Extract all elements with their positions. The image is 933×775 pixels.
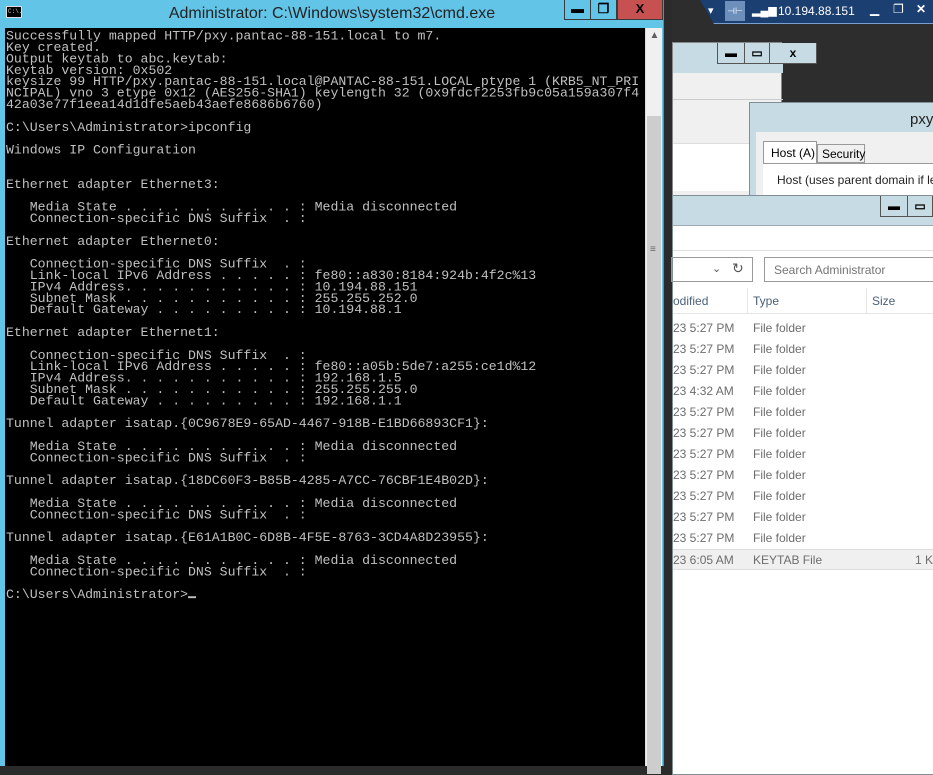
date-modified: 23 5:27 PM — [673, 468, 735, 482]
file-row[interactable]: 23 5:27 PM File folder — [673, 360, 933, 381]
console-line: Connection-specific DNS Suffix . : — [6, 564, 307, 580]
console-line: Ethernet adapter Ethernet0: — [6, 234, 220, 249]
file-row[interactable]: 23 5:27 PM File folder — [673, 402, 933, 423]
scrollbar-thumb[interactable] — [647, 116, 661, 774]
console-line: Default Gateway . . . . . . . . . : 10.1… — [6, 302, 402, 317]
file-row[interactable]: 23 5:27 PM File folder — [673, 486, 933, 507]
file-type: File folder — [753, 363, 806, 377]
address-bar[interactable]: ⌄ ↻ — [671, 257, 753, 282]
host-label: Host (uses parent domain if left bl — [777, 173, 933, 187]
date-modified: 23 5:27 PM — [673, 489, 735, 503]
date-modified: 23 5:27 PM — [673, 510, 735, 524]
maximize-button[interactable]: ▭ — [744, 43, 770, 64]
file-type: File folder — [753, 426, 806, 440]
cmd-title-bar[interactable]: C:\. Administrator: C:\Windows\system32\… — [0, 0, 664, 28]
close-button[interactable]: X — [617, 0, 663, 20]
console-line: Default Gateway . . . . . . . . . : 192.… — [6, 393, 402, 409]
date-modified: 23 5:27 PM — [673, 447, 735, 461]
date-modified: 23 6:05 AM — [673, 553, 734, 567]
file-explorer-window[interactable]: ▬ ▭ ⌄ ↻ odified Type Size 23 5:27 PM File… — [671, 195, 933, 775]
rdp-host-address: 10.194.88.151 — [778, 4, 855, 18]
console-line: Tunnel adapter isatap.{0C9678E9-65AD-446… — [6, 416, 489, 431]
date-modified: 23 5:27 PM — [673, 405, 735, 419]
file-type: File folder — [753, 531, 806, 545]
maximize-button[interactable]: ▭ — [907, 196, 933, 217]
minimize-button[interactable]: ▬ — [717, 43, 745, 64]
column-date-modified[interactable]: odified — [673, 294, 708, 308]
column-headers: odified Type Size — [673, 288, 933, 314]
close-button[interactable]: x — [769, 43, 817, 64]
date-modified: 23 5:27 PM — [673, 342, 735, 356]
dialog-title: pxy — [910, 111, 933, 128]
remote-desktop-area: ▬ ▭ x pxy Host (A) Security Host (uses p… — [671, 0, 933, 775]
vertical-scrollbar[interactable]: ▲ ≡ — [645, 28, 663, 774]
console-line: Tunnel adapter isatap.{E61A1B0C-6D8B-4F5… — [6, 530, 489, 545]
date-modified: 23 5:27 PM — [673, 321, 735, 335]
restore-button[interactable]: ❐ — [893, 2, 904, 16]
file-type: File folder — [753, 342, 806, 356]
date-modified: 23 5:27 PM — [673, 363, 735, 377]
date-modified: 23 5:27 PM — [673, 426, 735, 440]
file-row[interactable]: 23 5:27 PM File folder — [673, 444, 933, 465]
text-cursor — [188, 596, 197, 599]
pin-icon[interactable]: ⊣⊢ — [725, 1, 745, 21]
console-line: Connection-specific DNS Suffix . : — [6, 211, 307, 226]
file-row[interactable]: 23 5:27 PM File folder — [673, 465, 933, 486]
column-size[interactable]: Size — [872, 294, 895, 308]
minimize-button[interactable]: ▬ — [564, 0, 591, 20]
console-output[interactable]: Successfully mapped HTTP/pxy.pantac-88-1… — [5, 28, 645, 766]
minimize-button[interactable]: ▬ — [880, 196, 908, 217]
file-type: KEYTAB File — [753, 553, 823, 567]
file-row[interactable]: 23 5:27 PM File folder — [673, 318, 933, 339]
file-row[interactable]: 23 5:27 PM File folder — [673, 423, 933, 444]
file-row[interactable]: 23 5:27 PM File folder — [673, 507, 933, 528]
restore-button[interactable]: ❐ — [590, 0, 617, 20]
file-row[interactable]: 23 5:27 PM File folder — [673, 528, 933, 549]
console-line: Ethernet adapter Ethernet1: — [6, 325, 220, 340]
tab-host-a[interactable]: Host (A) — [763, 141, 817, 165]
console-line: Ethernet adapter Ethernet3: — [6, 177, 220, 192]
file-row[interactable]: 23 5:27 PM File folder — [673, 339, 933, 360]
console-line: Connection-specific DNS Suffix . : — [6, 507, 307, 523]
date-modified: 23 4:32 AM — [673, 384, 734, 398]
file-type: File folder — [753, 321, 806, 335]
console-line: Windows IP Configuration — [6, 143, 196, 158]
file-type: File folder — [753, 447, 806, 461]
file-type: File folder — [753, 468, 806, 482]
signal-icon: ▂▄▆ — [752, 5, 777, 17]
file-row[interactable]: 23 4:32 AM File folder — [673, 381, 933, 402]
file-type: File folder — [753, 384, 806, 398]
dns-record-dialog[interactable]: pxy Host (A) Security Host (uses parent … — [749, 102, 933, 212]
date-modified: 23 5:27 PM — [673, 531, 735, 545]
column-type[interactable]: Type — [753, 294, 779, 308]
search-input[interactable] — [764, 257, 933, 282]
console-line: C:\Users\Administrator>ipconfig — [6, 120, 252, 135]
scroll-up-arrow-icon[interactable]: ▲ — [646, 30, 663, 41]
console-text: Successfully mapped HTTP/pxy.pantac-88-1… — [6, 30, 639, 601]
refresh-icon[interactable]: ↻ — [732, 260, 744, 277]
file-size: 1 KB — [915, 553, 933, 567]
file-type: File folder — [753, 489, 806, 503]
console-line: 42a03e77f1eea14d1dfe5aeb43aefe8686b6760) — [6, 97, 323, 112]
chevron-down-icon[interactable]: ⌄ — [712, 262, 721, 275]
minimize-button[interactable]: ▁ — [870, 2, 879, 16]
file-row[interactable]: 23 6:05 AM KEYTAB File 1 KB — [673, 549, 933, 570]
rdp-connection-bar[interactable]: ▾ ⊣⊢ ▂▄▆ 10.194.88.151 ▁ ❐ ✕ — [700, 0, 933, 24]
file-type: File folder — [753, 510, 806, 524]
file-type: File folder — [753, 405, 806, 419]
grip-icon: ≡ — [650, 244, 656, 255]
console-line: C:\Users\Administrator> — [6, 589, 639, 601]
tab-security[interactable]: Security — [817, 144, 865, 163]
console-line: Tunnel adapter isatap.{18DC60F3-B85B-428… — [6, 473, 489, 488]
close-button[interactable]: ✕ — [916, 2, 926, 16]
console-line: Connection-specific DNS Suffix . : — [6, 450, 307, 466]
dropdown-icon[interactable]: ▾ — [708, 4, 714, 17]
cmd-window[interactable]: C:\. Administrator: C:\Windows\system32\… — [0, 0, 664, 774]
